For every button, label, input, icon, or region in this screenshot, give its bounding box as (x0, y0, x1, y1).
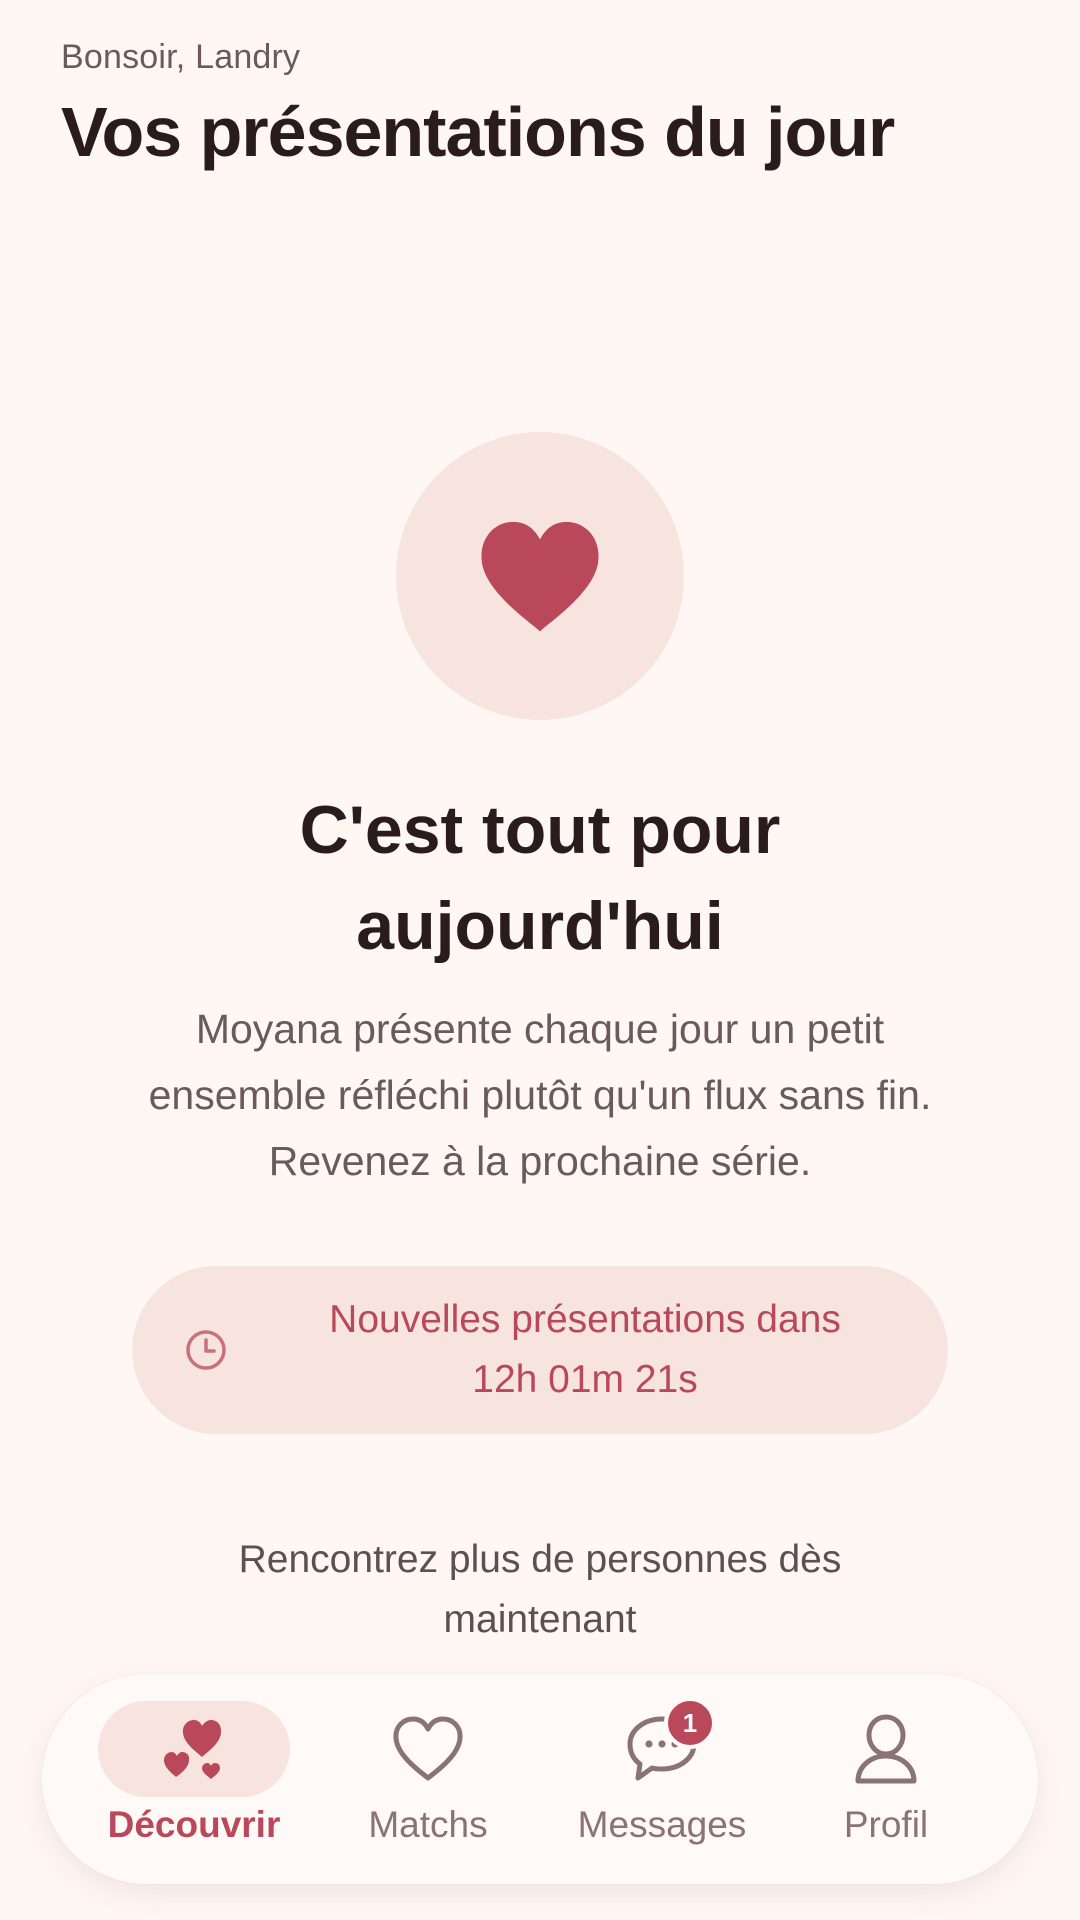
bottom-navigation: Découvrir Matchs 1 Messages Profil (42, 1674, 1038, 1884)
messages-unread-badge: 1 (664, 1697, 716, 1749)
heart-icon (481, 521, 599, 632)
person-icon (855, 1714, 917, 1784)
clock-icon (186, 1330, 226, 1370)
countdown-banner: Nouvelles présentations dans 12h 01m 21s (132, 1266, 948, 1434)
nav-label-matches: Matchs (368, 1804, 488, 1845)
nav-label-messages: Messages (577, 1804, 747, 1845)
heart-outline-icon (393, 1716, 463, 1781)
nav-label-discover: Découvrir (107, 1804, 281, 1845)
discover-screen: Bonsoir, Landry Vos présentations du jou… (0, 0, 1080, 1920)
nav-label-profile: Profil (843, 1804, 929, 1845)
nav-item-messages[interactable]: 1 Messages (544, 1674, 780, 1884)
nav-item-matches[interactable]: Matchs (310, 1674, 546, 1884)
empty-state-title: C'est tout pour aujourd'hui (299, 792, 781, 964)
countdown-text: Nouvelles présentations dans 12h 01m 21s (132, 1290, 948, 1410)
empty-state-description: Moyana présente chaque jour un petit ens… (148, 1006, 932, 1184)
countdown-label: Nouvelles présentations dans (329, 1298, 841, 1341)
empty-state-illustration (396, 432, 684, 720)
nav-item-discover[interactable]: Découvrir (76, 1674, 312, 1884)
greeting-text: Bonsoir, Landry (61, 38, 301, 76)
countdown-timer: 12h 01m 21s (472, 1358, 698, 1401)
meet-more-link[interactable]: Rencontrez plus de personnes dès mainten… (0, 1530, 1080, 1650)
page-title: Vos présentations du jour (61, 93, 895, 171)
hearts-icon (164, 1720, 222, 1779)
nav-active-indicator (98, 1701, 290, 1797)
nav-item-profile[interactable]: Profil (768, 1674, 1004, 1884)
